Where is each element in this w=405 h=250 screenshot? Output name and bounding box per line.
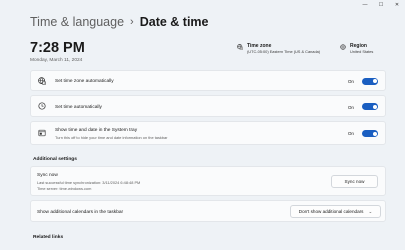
time-zone-auto-toggle[interactable]: [362, 77, 378, 85]
region-value: United States: [350, 49, 374, 54]
setting-label: Set time automatically: [55, 105, 102, 110]
current-date: Monday, March 11, 2024: [30, 58, 83, 63]
timezone-value: (UTC-05:00) Eastern Time (US & Canada): [247, 49, 321, 54]
date-time-page: Time & language › Date & time 7:28 PM Mo…: [30, 0, 386, 250]
sync-now-button[interactable]: Sync now: [331, 175, 378, 188]
chevron-down-icon: ⌄: [368, 208, 373, 214]
last-sync-text: Last successful time synchronization: 3/…: [37, 180, 141, 185]
region-info: Region United States: [340, 43, 373, 54]
system-tray-toggle[interactable]: [362, 130, 378, 137]
timezone-info: Time zone (UTC-05:00) Eastern Time (US &…: [237, 43, 320, 54]
time-auto-toggle[interactable]: [362, 103, 378, 110]
setting-label: Set time zone automatically: [55, 79, 114, 84]
globe-icon: [340, 44, 346, 50]
current-time: 7:28 PM: [30, 40, 85, 56]
setting-time-auto[interactable]: Set time automatically On: [30, 95, 386, 117]
related-links-heading: Related links: [33, 235, 64, 240]
breadcrumb-separator: ›: [130, 16, 134, 28]
globe-clock-icon: [38, 77, 46, 85]
additional-calendars-label: Show additional calendars in the taskbar: [37, 209, 124, 215]
toggle-state-label: On: [347, 105, 354, 110]
sync-title: Sync now: [37, 173, 58, 178]
setting-label: Show time and date in the System tray: [55, 128, 138, 133]
setting-system-tray[interactable]: Show time and date in the System tray Tu…: [30, 121, 386, 145]
additional-calendars-dropdown[interactable]: Don't show additional calendars ⌄: [290, 205, 381, 218]
globe-clock-icon: [237, 44, 243, 50]
setting-description: Turn this off to hide your time and date…: [55, 135, 168, 140]
breadcrumb: Time & language › Date & time: [30, 15, 209, 29]
setting-time-zone-auto[interactable]: Set time zone automatically On: [30, 70, 386, 91]
breadcrumb-parent[interactable]: Time & language: [30, 15, 124, 29]
toggle-state-label: On: [347, 79, 354, 84]
taskbar-calendar-icon: [38, 129, 46, 137]
time-server-text: Time server: time.windows.com: [37, 186, 92, 191]
sync-card: Sync now Last successful time synchroniz…: [30, 166, 386, 196]
toggle-state-label: On: [347, 131, 354, 136]
page-title: Date & time: [139, 15, 209, 29]
dropdown-selected-value: Don't show additional calendars: [298, 209, 364, 214]
clock-icon: [38, 102, 46, 110]
additional-calendars-card: Show additional calendars in the taskbar…: [30, 200, 386, 222]
close-button[interactable]: ✕: [393, 1, 401, 9]
additional-settings-heading: Additional settings: [33, 157, 78, 162]
clock-block: 7:28 PM Monday, March 11, 2024: [30, 40, 85, 63]
